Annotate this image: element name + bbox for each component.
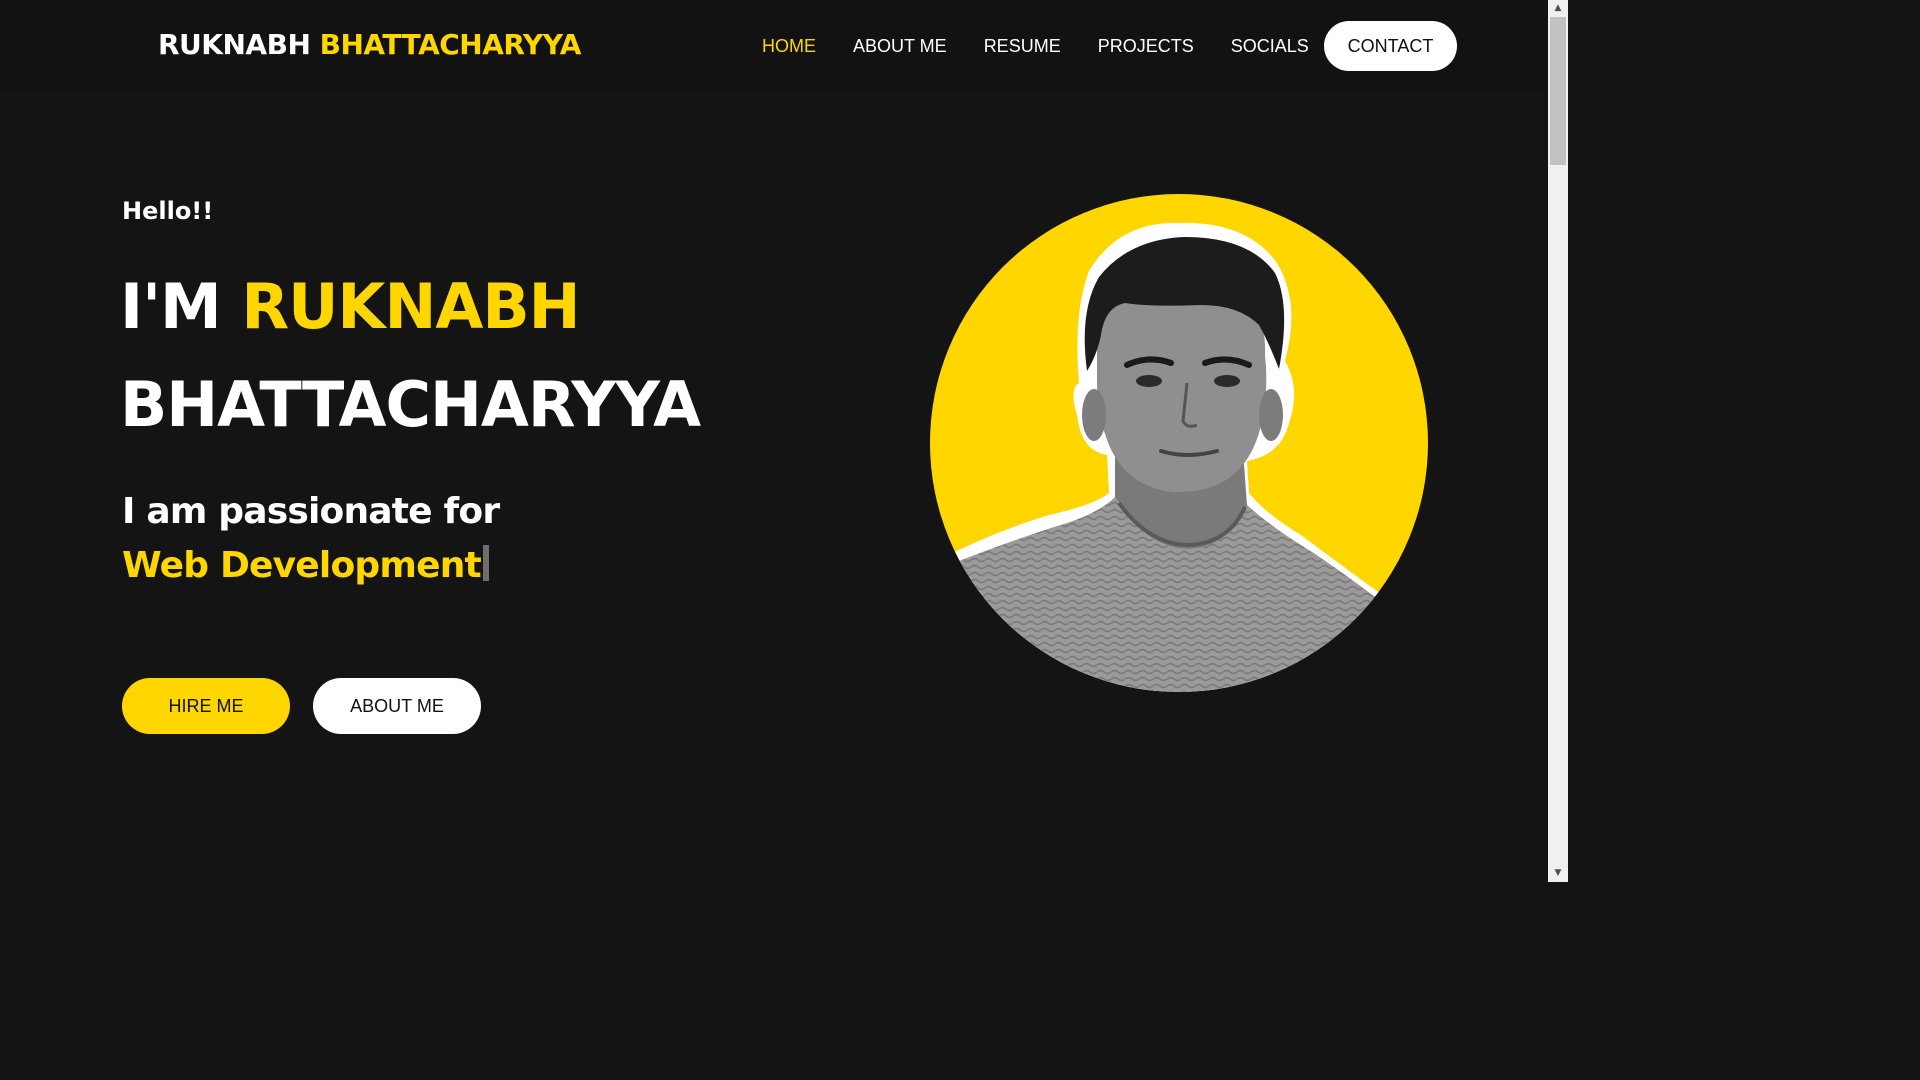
headline-line-1: I'M RUKNABH [120, 258, 700, 356]
site-logo[interactable]: RUKNABH BHATTACHARYYA [158, 27, 581, 63]
portrait-svg [930, 194, 1428, 692]
portfolio-page: RUKNABH BHATTACHARYYA HOME ABOUT ME RESU… [0, 0, 1548, 882]
tagline-prefix: I am passionate for [122, 491, 500, 532]
page-scrollbar[interactable]: ▲ ▼ [1548, 0, 1568, 882]
logo-last-name: BHATTACHARYYA [319, 28, 582, 61]
logo-first-name: RUKNABH [158, 28, 311, 61]
headline-last-name: BHATTACHARYYA [120, 368, 701, 441]
scroll-up-arrow-icon[interactable]: ▲ [1548, 0, 1568, 17]
nav-link-socials[interactable]: SOCIALS [1231, 35, 1309, 57]
greeting-text: Hello!! [122, 197, 214, 225]
nav-link-home[interactable]: HOME [762, 35, 816, 57]
headline-first-name: RUKNABH [241, 270, 580, 343]
hero-tagline: I am passionate for Web Development [122, 485, 500, 593]
tagline-typed-text: Web Development [122, 545, 482, 586]
nav-link-projects[interactable]: PROJECTS [1098, 35, 1194, 57]
profile-portrait [929, 193, 1429, 693]
headline-prefix: I'M [120, 270, 222, 343]
nav-link-about-me[interactable]: ABOUT ME [853, 35, 947, 57]
contact-button[interactable]: CONTACT [1324, 21, 1457, 71]
about-me-button[interactable]: ABOUT ME [313, 678, 481, 734]
scrollbar-thumb[interactable] [1550, 17, 1566, 165]
scroll-down-arrow-icon[interactable]: ▼ [1548, 865, 1568, 882]
hero-headline: I'M RUKNABH BHATTACHARYYA [120, 258, 701, 454]
navbar: RUKNABH BHATTACHARYYA HOME ABOUT ME RESU… [0, 0, 1548, 92]
hire-me-button[interactable]: HIRE ME [122, 678, 290, 734]
nav-links: HOME ABOUT ME RESUME PROJECTS SOCIALS [762, 35, 1346, 57]
nav-link-resume[interactable]: RESUME [984, 35, 1061, 57]
typing-cursor [482, 545, 489, 581]
